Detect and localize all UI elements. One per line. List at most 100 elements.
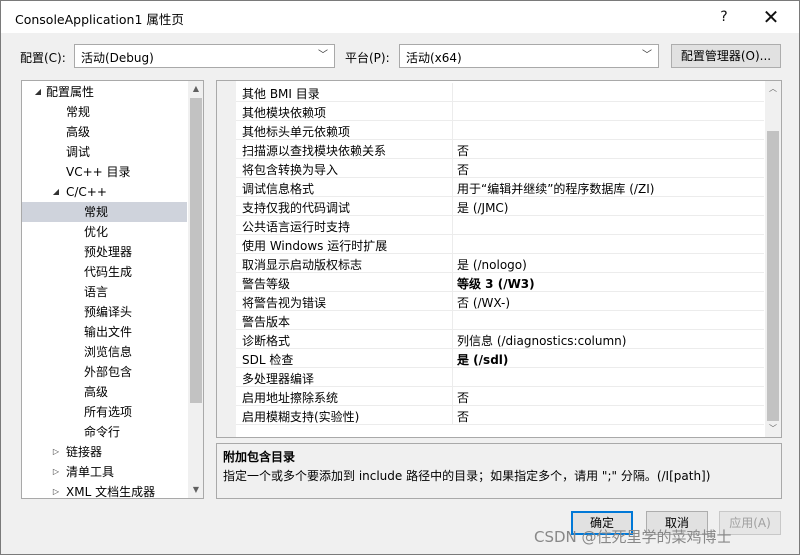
property-row[interactable]: 警告版本 — [236, 311, 764, 330]
column-divider — [452, 159, 453, 178]
tree-item-label: 代码生成 — [84, 265, 133, 279]
tree-item-label: 调试 — [66, 145, 91, 159]
property-row[interactable]: 其他 BMI 目录 — [236, 83, 764, 102]
tree-item[interactable]: ▷ 清单工具 — [22, 462, 187, 482]
tree-item[interactable]: 代码生成 — [22, 262, 187, 282]
tree-item-label: 常规 — [84, 205, 109, 219]
title-bar: ConsoleApplication1 属性页 ? ✕ — [1, 1, 799, 33]
tree-item[interactable]: 调试 — [22, 142, 187, 162]
tree-item[interactable]: 高级 — [22, 382, 187, 402]
scroll-up-icon[interactable]: ︿ — [765, 81, 781, 97]
property-grid: 其他 BMI 目录 其他模块依赖项 其他标头单元依赖项 扫描源以查找模块依赖关系否将包… — [216, 80, 782, 438]
tree-item[interactable]: 输出文件 — [22, 322, 187, 342]
column-divider — [452, 292, 453, 311]
property-name: 扫描源以查找模块依赖关系 — [242, 144, 387, 158]
tree-item-label: VC++ 目录 — [66, 165, 131, 179]
property-name: 公共语言运行时支持 — [242, 220, 351, 234]
tree-item[interactable]: ▷ 链接器 — [22, 442, 187, 462]
tree-item[interactable]: 所有选项 — [22, 402, 187, 422]
tree-item[interactable]: 常规 — [22, 202, 187, 222]
expand-arrow-icon[interactable]: ▷ — [50, 482, 62, 498]
property-row[interactable]: 启用地址擦除系统 否 — [236, 387, 764, 406]
close-button[interactable]: ✕ — [751, 4, 791, 30]
tree-item[interactable]: 语言 — [22, 282, 187, 302]
column-divider — [452, 197, 453, 216]
tree-item-label: 清单工具 — [66, 465, 115, 479]
column-divider — [452, 254, 453, 273]
description-panel: 附加包含目录 指定一个或多个要添加到 include 路径中的目录；如果指定多个… — [216, 443, 782, 499]
tree-item[interactable]: 预编译头 — [22, 302, 187, 322]
column-divider — [452, 102, 453, 121]
tree-item[interactable]: 命令行 — [22, 422, 187, 442]
tree-item-label: 高级 — [66, 125, 91, 139]
property-name: 支持仅我的代码调试 — [242, 201, 351, 215]
property-row[interactable]: 将警告视为错误 否 (/WX-) — [236, 292, 764, 311]
property-row[interactable]: 公共语言运行时支持 — [236, 216, 764, 235]
tree-scroll-thumb[interactable] — [190, 98, 202, 403]
tree-item[interactable]: 浏览信息 — [22, 342, 187, 362]
property-value[interactable]: 否 — [457, 161, 469, 178]
property-row[interactable]: SDL 检查 是 (/sdl) — [236, 349, 764, 368]
property-value[interactable]: 等级 3 (/W3) — [457, 275, 535, 292]
configuration-manager-button[interactable]: 配置管理器(O)... — [671, 44, 781, 68]
platform-select[interactable]: 活动(x64) ﹀ — [399, 44, 659, 68]
tree-item-label: 所有选项 — [84, 405, 133, 419]
tree-item[interactable]: 常规 — [22, 102, 187, 122]
tree-item[interactable]: VC++ 目录 — [22, 162, 187, 182]
collapse-arrow-icon[interactable]: ◢ — [50, 182, 62, 202]
tree-item-label: 链接器 — [66, 445, 103, 459]
property-row[interactable]: 其他模块依赖项 — [236, 102, 764, 121]
help-button[interactable]: ? — [704, 4, 744, 30]
property-name: 警告等级 — [242, 277, 291, 291]
property-value[interactable]: 是 (/nologo) — [457, 256, 527, 273]
tree-item-label: 常规 — [66, 105, 91, 119]
window-title: ConsoleApplication1 属性页 — [15, 12, 184, 27]
tree-item-label: 配置属性 — [46, 85, 95, 99]
tree-scrollbar[interactable]: ▲ ▼ — [188, 81, 203, 498]
tree-item[interactable]: ▷ XML 文档生成器 — [22, 482, 187, 498]
property-value[interactable]: 列信息 (/diagnostics:column) — [457, 332, 626, 349]
property-name: 诊断格式 — [242, 334, 291, 348]
scroll-down-icon[interactable]: ▼ — [188, 482, 203, 498]
column-divider — [452, 368, 453, 387]
property-row[interactable]: 支持仅我的代码调试 是 (/JMC) — [236, 197, 764, 216]
property-row[interactable]: 其他标头单元依赖项 — [236, 121, 764, 140]
tree-item-label: 命令行 — [84, 425, 121, 439]
configuration-value: 活动(Debug) — [81, 51, 154, 65]
property-row[interactable]: 将包含转换为导入 否 — [236, 159, 764, 178]
tree-item[interactable]: 优化 — [22, 222, 187, 242]
collapse-arrow-icon[interactable]: ◢ — [32, 82, 44, 102]
property-row[interactable]: 取消显示启动版权标志 是 (/nologo) — [236, 254, 764, 273]
property-value[interactable]: 否 — [457, 408, 469, 425]
platform-value: 活动(x64) — [406, 51, 462, 65]
tree-item[interactable]: 预处理器 — [22, 242, 187, 262]
property-row[interactable]: 使用 Windows 运行时扩展 — [236, 235, 764, 254]
expand-arrow-icon[interactable]: ▷ — [50, 462, 62, 482]
scroll-down-icon[interactable]: ﹀ — [765, 421, 781, 437]
expand-arrow-icon[interactable]: ▷ — [50, 442, 62, 462]
property-row[interactable]: 多处理器编译 — [236, 368, 764, 387]
property-row[interactable]: 警告等级 等级 3 (/W3) — [236, 273, 764, 292]
property-value[interactable]: 是 (/sdl) — [457, 351, 508, 368]
chevron-down-icon: ﹀ — [642, 50, 652, 61]
property-row[interactable]: 扫描源以查找模块依赖关系 否 — [236, 140, 764, 159]
tree-item[interactable]: ◢ 配置属性 — [22, 82, 187, 102]
grid-scrollbar[interactable]: ︿ ﹀ — [765, 81, 781, 437]
configuration-select[interactable]: 活动(Debug) ﹀ — [74, 44, 335, 68]
property-row[interactable]: 调试信息格式 用于“编辑并继续”的程序数据库 (/ZI) — [236, 178, 764, 197]
tree-item-label: 外部包含 — [84, 365, 133, 379]
grid-scroll-thumb[interactable] — [767, 131, 779, 421]
property-row[interactable]: 诊断格式 列信息 (/diagnostics:column) — [236, 330, 764, 349]
tree-item[interactable]: ◢ C/C++ — [22, 182, 187, 202]
tree-item[interactable]: 高级 — [22, 122, 187, 142]
tree-item[interactable]: 外部包含 — [22, 362, 187, 382]
property-value[interactable]: 否 — [457, 142, 469, 159]
property-pages-dialog: ConsoleApplication1 属性页 ? ✕ 配置(C): 活动(De… — [0, 0, 800, 555]
property-row[interactable]: 启用模糊支持(实验性) 否 — [236, 406, 764, 425]
property-value[interactable]: 用于“编辑并继续”的程序数据库 (/ZI) — [457, 180, 654, 197]
property-value[interactable]: 是 (/JMC) — [457, 199, 509, 216]
property-value[interactable]: 否 — [457, 389, 469, 406]
column-divider — [452, 140, 453, 159]
property-value[interactable]: 否 (/WX-) — [457, 294, 510, 311]
scroll-up-icon[interactable]: ▲ — [188, 81, 203, 97]
